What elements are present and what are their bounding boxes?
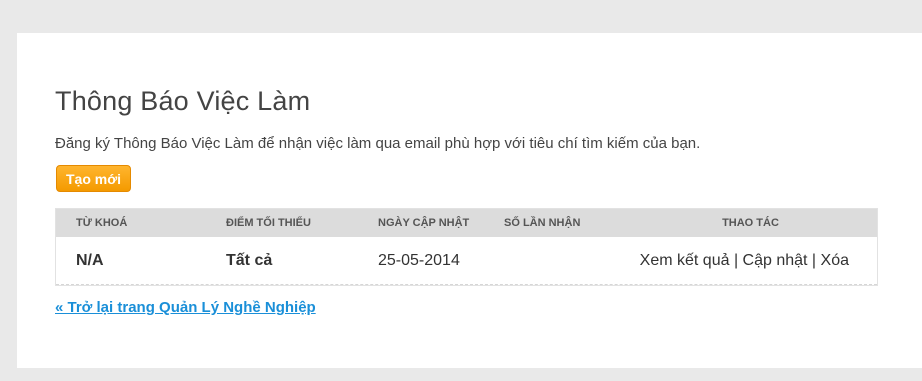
- header-actions: THAO TÁC: [722, 217, 779, 229]
- view-results-link[interactable]: Xem kết quả: [640, 252, 730, 269]
- delete-link[interactable]: Xóa: [821, 252, 849, 269]
- table-header: TỪ KHOÁ ĐIỂM TỐI THIỂU NGÀY CẬP NHẬT SỐ …: [56, 209, 877, 237]
- create-new-button[interactable]: Tạo mới: [56, 165, 132, 192]
- header-updated: NGÀY CẬP NHẬT: [378, 217, 470, 229]
- cell-updated: 25-05-2014: [378, 251, 460, 269]
- header-keyword: TỪ KHOÁ: [76, 217, 128, 229]
- action-separator: |: [729, 251, 743, 269]
- page-description: Đăng ký Thông Báo Việc Làm để nhận việc …: [55, 135, 701, 152]
- action-separator: |: [807, 251, 821, 269]
- cell-min-score: Tất cả: [226, 251, 273, 269]
- table-row: N/A Tất cả 25-05-2014 Xem kết quả | Cập …: [56, 237, 877, 285]
- header-min-score: ĐIỂM TỐI THIỂU: [226, 217, 311, 229]
- back-to-career-link[interactable]: « Trở lại trang Quản Lý Nghề Nghiệp: [55, 299, 316, 316]
- cell-keyword: N/A: [76, 251, 104, 269]
- header-times: SỐ LẦN NHẬN: [504, 217, 581, 229]
- job-alert-table: TỪ KHOÁ ĐIỂM TỐI THIỂU NGÀY CẬP NHẬT SỐ …: [55, 208, 878, 286]
- update-link[interactable]: Cập nhật: [743, 252, 808, 269]
- page-title: Thông Báo Việc Làm: [55, 86, 311, 116]
- cell-actions: Xem kết quả | Cập nhật | Xóa: [624, 252, 877, 270]
- job-alert-card: Thông Báo Việc Làm Đăng ký Thông Báo Việ…: [17, 33, 922, 368]
